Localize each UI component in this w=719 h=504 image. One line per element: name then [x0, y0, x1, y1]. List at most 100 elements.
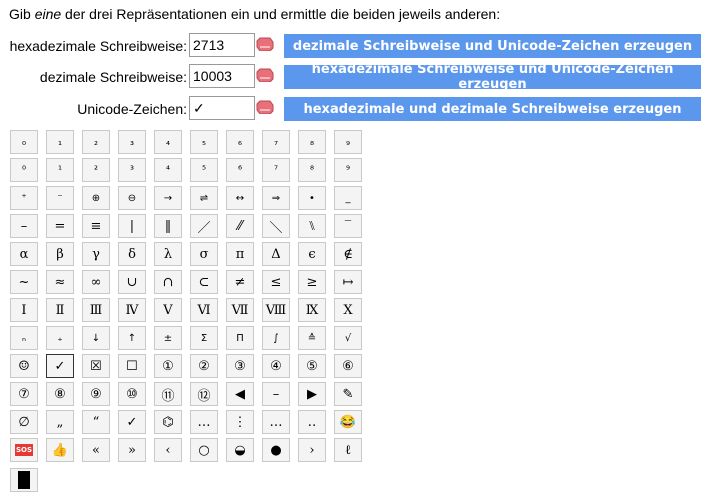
symbol-button[interactable]: « [82, 438, 110, 462]
symbol-button[interactable]: ⑊ [298, 214, 326, 238]
symbol-button[interactable]: ₇ [262, 130, 290, 154]
eraser-icon[interactable] [256, 100, 274, 114]
symbol-button[interactable] [10, 468, 38, 492]
symbol-button[interactable]: ₃ [118, 130, 146, 154]
symbol-button[interactable]: ≙ [298, 326, 326, 350]
hex-input[interactable] [189, 33, 255, 57]
symbol-button[interactable]: ≠ [226, 270, 254, 294]
symbol-button[interactable]: ☒ [82, 354, 110, 378]
symbol-button[interactable]: ⁹ [334, 158, 362, 182]
symbol-button[interactable]: Π [226, 326, 254, 350]
symbol-button[interactable]: ／ [190, 214, 218, 238]
symbol-button[interactable]: ⁶ [226, 158, 254, 182]
symbol-button[interactable]: ⇌ [190, 186, 218, 210]
symbol-button[interactable]: ₂ [82, 130, 110, 154]
symbol-button[interactable]: Ⅸ [298, 298, 326, 322]
symbol-button[interactable]: – [262, 382, 290, 406]
symbol-button[interactable]: Ⅷ [262, 298, 290, 322]
symbol-button[interactable]: ∫ [262, 326, 290, 350]
symbol-button[interactable]: ⇒ [262, 186, 290, 210]
symbol-button[interactable]: ⁷ [262, 158, 290, 182]
symbol-button[interactable]: … [262, 410, 290, 434]
symbol-button[interactable]: 👍 [46, 438, 74, 462]
symbol-button[interactable]: Ⅱ [46, 298, 74, 322]
symbol-button[interactable]: ⌬ [154, 410, 182, 434]
symbol-button[interactable]: ‾ [334, 214, 362, 238]
symbol-button[interactable]: λ [154, 242, 182, 266]
symbol-button[interactable]: ③ [226, 354, 254, 378]
symbol-button[interactable]: ³ [118, 158, 146, 182]
symbol-button[interactable]: ⊕ [82, 186, 110, 210]
symbol-button[interactable]: ⑥ [334, 354, 362, 378]
symbol-button[interactable]: – [10, 214, 38, 238]
symbol-button[interactable]: ⑧ [46, 382, 74, 406]
symbol-button[interactable]: ≤ [262, 270, 290, 294]
symbol-button[interactable]: Ⅲ [82, 298, 110, 322]
symbol-button[interactable]: 😂 [334, 410, 362, 434]
eraser-icon[interactable] [256, 37, 274, 51]
symbol-button[interactable]: ∉ [334, 242, 362, 266]
symbol-button[interactable]: ≡ [82, 214, 110, 238]
eraser-icon[interactable] [256, 68, 274, 82]
symbol-button[interactable]: ⁺ [10, 186, 38, 210]
symbol-button[interactable]: π [226, 242, 254, 266]
symbol-button[interactable]: ☺ [10, 354, 38, 378]
symbol-button[interactable]: ₅ [190, 130, 218, 154]
symbol-button[interactable]: Ⅹ [334, 298, 362, 322]
symbol-button[interactable]: ₙ [10, 326, 38, 350]
symbol-button[interactable]: ‹ [154, 438, 182, 462]
symbol-button[interactable]: Σ [190, 326, 218, 350]
symbol-button[interactable]: ∩ [154, 270, 182, 294]
symbol-button[interactable]: ○ [190, 438, 218, 462]
symbol-button[interactable]: ϵ [298, 242, 326, 266]
symbol-button[interactable]: ¹ [46, 158, 74, 182]
symbol-button[interactable]: Ⅵ [190, 298, 218, 322]
symbol-button[interactable]: “ [82, 410, 110, 434]
symbol-button[interactable]: Ⅳ [118, 298, 146, 322]
symbol-button[interactable]: ₈ [298, 130, 326, 154]
symbol-button[interactable]: √ [334, 326, 362, 350]
symbol-button[interactable]: ₀ [10, 130, 38, 154]
symbol-button[interactable]: ~ [10, 270, 38, 294]
symbol-button[interactable]: ≈ [46, 270, 74, 294]
symbol-button[interactable]: Δ [262, 242, 290, 266]
symbol-button[interactable]: ↦ [334, 270, 362, 294]
symbol-button[interactable]: ⊖ [118, 186, 146, 210]
symbol-button[interactable]: ₊ [46, 326, 74, 350]
symbol-button[interactable]: » [118, 438, 146, 462]
symbol-button[interactable]: σ [190, 242, 218, 266]
hex-generate-button[interactable]: dezimale Schreibweise und Unicode-Zeiche… [284, 34, 701, 58]
symbol-button[interactable]: ∅ [10, 410, 38, 434]
symbol-button[interactable]: ≥ [298, 270, 326, 294]
symbol-button[interactable]: ⊂ [190, 270, 218, 294]
symbol-button[interactable]: ↑ [118, 326, 146, 350]
symbol-button[interactable]: Ⅰ [10, 298, 38, 322]
symbol-button[interactable]: ② [190, 354, 218, 378]
symbol-button[interactable]: ● [262, 438, 290, 462]
symbol-button[interactable]: › [298, 438, 326, 462]
symbol-button[interactable]: ₁ [46, 130, 74, 154]
symbol-button[interactable]: ☐ [118, 354, 146, 378]
symbol-button[interactable]: ₆ [226, 130, 254, 154]
symbol-button[interactable]: ④ [262, 354, 290, 378]
symbol-button[interactable]: ✓ [46, 354, 74, 378]
symbol-button[interactable]: ✓ [118, 410, 146, 434]
symbol-button[interactable]: ⁰ [10, 158, 38, 182]
symbol-button[interactable]: δ [118, 242, 146, 266]
unicode-input[interactable] [189, 96, 255, 120]
symbol-button[interactable]: ∞ [82, 270, 110, 294]
symbol-button[interactable]: ℓ [334, 438, 362, 462]
symbol-button[interactable]: ‖ [154, 214, 182, 238]
symbol-button[interactable]: β [46, 242, 74, 266]
symbol-button[interactable]: • [298, 186, 326, 210]
symbol-button[interactable]: ⑩ [118, 382, 146, 406]
symbol-button[interactable]: ⁻ [46, 186, 74, 210]
symbol-button[interactable]: ⑦ [10, 382, 38, 406]
symbol-button[interactable]: SOS [10, 438, 38, 462]
symbol-button[interactable]: ⁴ [154, 158, 182, 182]
symbol-button[interactable]: ⑪ [154, 382, 182, 406]
symbol-button[interactable]: γ [82, 242, 110, 266]
symbol-button[interactable]: ↔ [226, 186, 254, 210]
symbol-button[interactable]: … [190, 410, 218, 434]
symbol-button[interactable]: ◀ [226, 382, 254, 406]
